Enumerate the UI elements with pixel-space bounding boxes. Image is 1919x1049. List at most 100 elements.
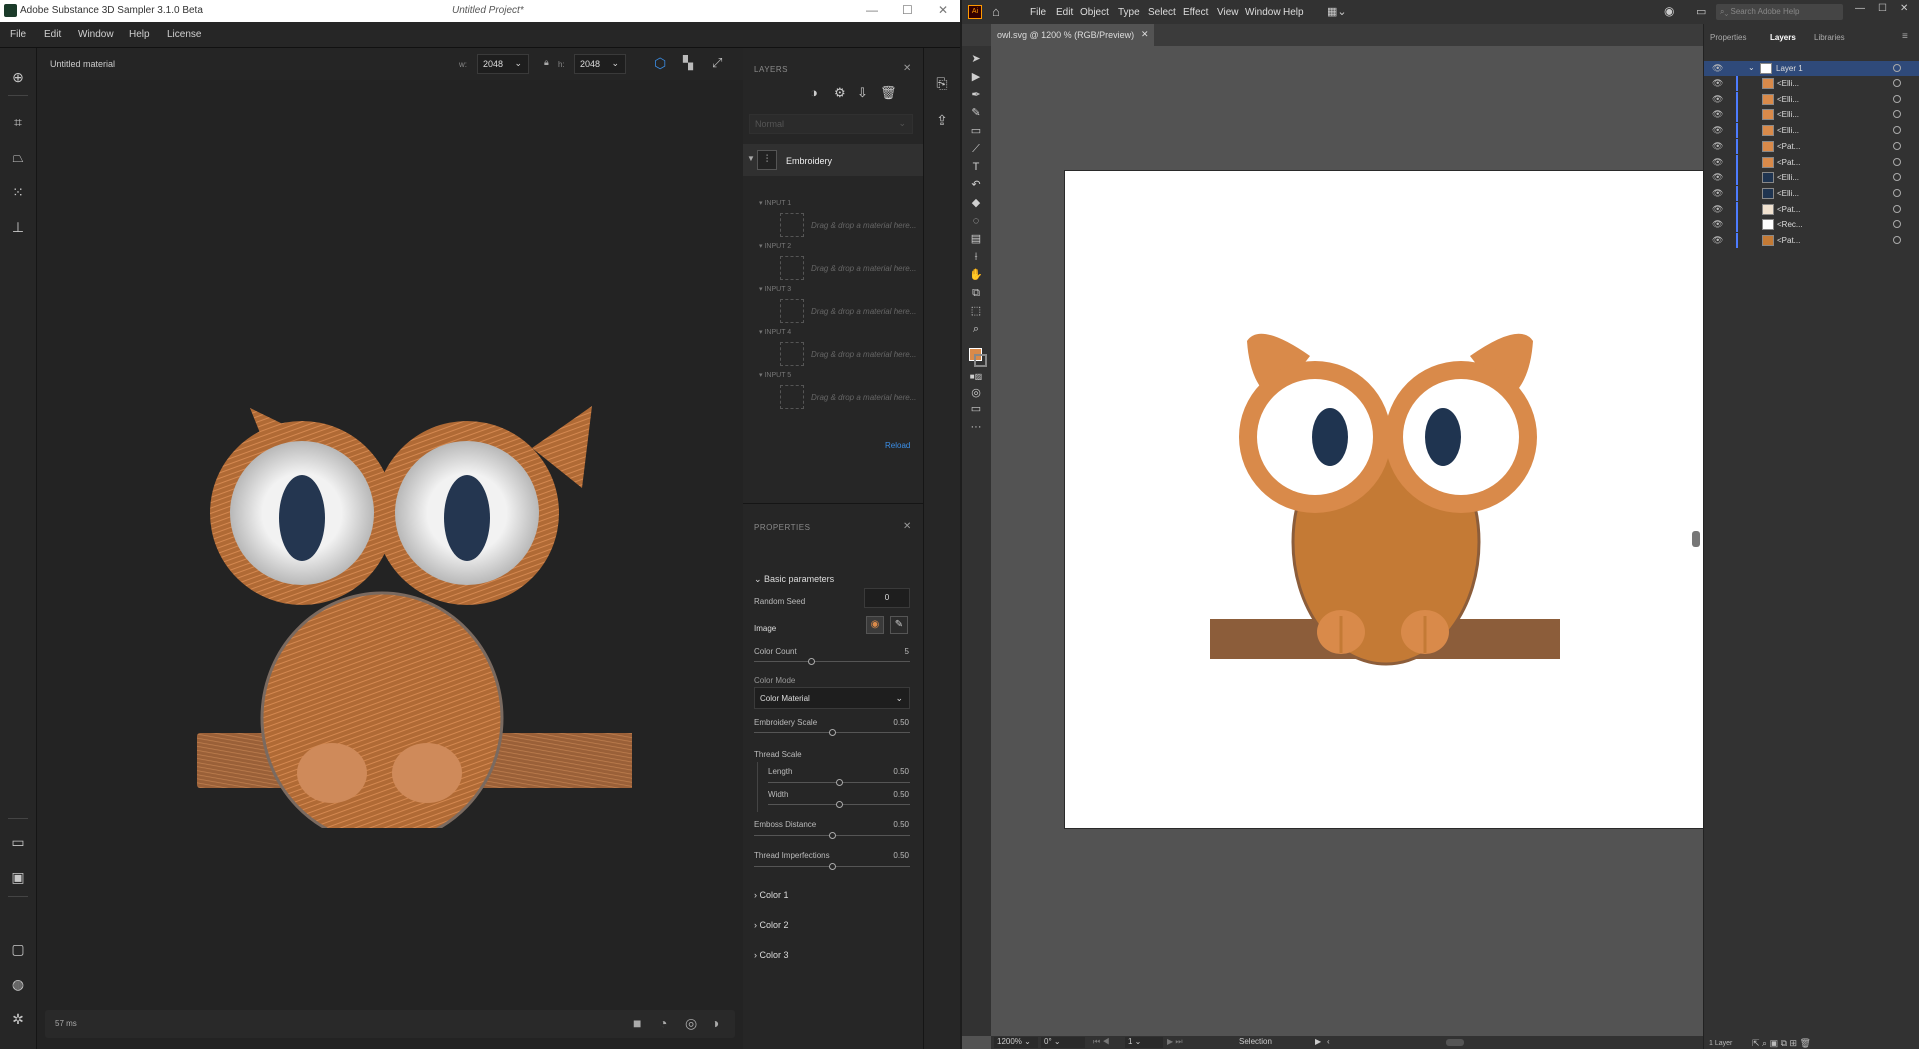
render-mode-icon[interactable]: ◑	[711, 1015, 719, 1031]
display-icon[interactable]: ▢	[9, 940, 27, 958]
owl-thumbnail[interactable]: ◉	[866, 616, 884, 634]
layer-1-row[interactable]: 👁︎ ⌄ Layer 1	[1704, 61, 1919, 76]
close-layers-icon[interactable]: ✕	[903, 63, 911, 74]
settings-icon[interactable]: ✲	[9, 1010, 27, 1028]
export-icon[interactable]: ⇩	[857, 85, 868, 101]
archive-icon[interactable]: ▭	[9, 833, 27, 851]
puppet-warp-icon[interactable]: ✋	[968, 268, 984, 282]
slider-knob[interactable]	[808, 658, 815, 665]
direct-selection-icon[interactable]: ▶	[968, 70, 984, 84]
sublayer-row[interactable]: 👁︎ <Pat...	[1704, 201, 1919, 217]
color-3-section[interactable]: › Color 3	[754, 950, 789, 960]
tab-layers[interactable]: Layers	[1770, 33, 1796, 42]
draw-mode-icon[interactable]: ◎	[968, 386, 984, 400]
close-button[interactable]: ✕	[938, 3, 948, 17]
sublayer-row[interactable]: 👁︎ <Pat...	[1704, 154, 1919, 170]
minimize-button[interactable]: —	[1855, 3, 1865, 14]
curvature-tool-icon[interactable]: ✎	[968, 106, 984, 120]
sublayer-row[interactable]: 👁︎ <Elli...	[1704, 185, 1919, 201]
input-dropzone[interactable]	[780, 299, 804, 323]
eye-icon[interactable]: 👁︎	[1712, 172, 1723, 183]
height-dropdown[interactable]: 2048 ⌄	[574, 54, 626, 74]
left-pupil[interactable]	[1312, 408, 1348, 466]
color-1-section[interactable]: › Color 1	[754, 890, 789, 900]
camera-icon[interactable]: ■	[633, 1015, 641, 1031]
sublayer-row[interactable]: 👁︎ <Pat...	[1704, 233, 1919, 248]
length-slider[interactable]	[768, 779, 910, 786]
embroidery-layer-row[interactable]: ▼ ⫶ Embroidery	[743, 144, 923, 176]
horizontal-scrollbar-thumb[interactable]	[1446, 1039, 1464, 1046]
tiling-icon[interactable]: ⁙	[9, 183, 27, 201]
delete-icon[interactable]: 🗑︎	[880, 85, 897, 101]
toolbox-icon[interactable]: ▣	[9, 868, 27, 886]
workspace-icon[interactable]: ▦⌄	[1327, 5, 1347, 18]
blend-mode-dropdown[interactable]: Normal ⌄	[749, 114, 913, 134]
tab-properties[interactable]: Properties	[1710, 33, 1746, 42]
lasso-tool-icon[interactable]: ◌	[968, 214, 984, 228]
library-icon[interactable]: ⎘	[933, 74, 951, 92]
reset-view-icon[interactable]: ◔	[659, 1015, 667, 1031]
eye-icon[interactable]: 👁︎	[1712, 188, 1723, 199]
color-mode-dropdown[interactable]: Color Material ⌄	[754, 687, 910, 709]
eye-icon[interactable]: 👁︎	[1712, 204, 1723, 215]
menu-edit[interactable]: Edit	[1056, 7, 1073, 18]
screen-mode-icon[interactable]: ▭	[968, 402, 984, 416]
target-icon[interactable]	[1893, 220, 1901, 229]
close-tab-icon[interactable]: ✕	[1141, 29, 1149, 40]
filter-icon[interactable]: ⚙	[834, 85, 846, 101]
thread-imperfections-slider[interactable]	[754, 863, 910, 870]
artboard-number-field[interactable]: 1 ⌄	[1125, 1037, 1163, 1048]
eye-icon[interactable]: 👁︎	[1712, 125, 1723, 136]
eye-icon[interactable]: 👁︎	[1712, 63, 1723, 74]
target-icon[interactable]	[1893, 236, 1901, 244]
close-button[interactable]: ✕	[1900, 3, 1908, 14]
eye-icon[interactable]: 👁︎	[1712, 235, 1723, 246]
more-tools-icon[interactable]: ···	[968, 420, 984, 434]
eye-icon[interactable]: 👁︎	[1712, 109, 1723, 120]
right-pupil[interactable]	[1425, 408, 1461, 466]
crop-icon[interactable]: ⌗	[9, 113, 27, 131]
user-icon[interactable]: ◉	[1664, 4, 1674, 18]
slider-knob[interactable]	[829, 729, 836, 736]
slider-knob[interactable]	[836, 801, 843, 808]
expand-icon[interactable]: ▼	[747, 154, 755, 163]
add-icon[interactable]: ⊕	[9, 68, 27, 86]
zoom-field[interactable]: 1200% ⌄	[994, 1037, 1038, 1048]
footer-tools-icon[interactable]: ⇱ ⌕ ▣ ⧉ ⊞ 🗑︎	[1752, 1038, 1811, 1049]
3d-viewport[interactable]: Untitled material w: 2048 ⌄ 🔒︎ h: 2048 ⌄ ⬡…	[37, 48, 743, 1049]
menu-file[interactable]: File	[10, 29, 26, 40]
illustrator-canvas[interactable]	[991, 46, 1724, 1036]
menu-view[interactable]: View	[1217, 7, 1239, 18]
zoom-tool-icon[interactable]: ⌕	[968, 322, 984, 336]
eraser-tool-icon[interactable]: ◆	[968, 196, 984, 210]
target-icon[interactable]	[1893, 126, 1901, 135]
target-icon[interactable]	[1893, 141, 1901, 150]
target-icon[interactable]	[1893, 64, 1901, 72]
basic-parameters-section[interactable]: ⌄ Basic parameters	[754, 574, 834, 585]
menu-license[interactable]: License	[167, 29, 201, 40]
status-arrow-icon[interactable]: ▶	[1315, 1037, 1321, 1046]
menu-object[interactable]: Object	[1080, 7, 1109, 18]
rectangle-tool-icon[interactable]: ▭	[968, 124, 984, 138]
input-dropzone[interactable]	[780, 385, 804, 409]
width-dropdown[interactable]: 2048 ⌄	[477, 54, 529, 74]
target-icon[interactable]	[1893, 79, 1901, 87]
eye-icon[interactable]: 👁︎	[1712, 141, 1723, 152]
menu-window[interactable]: Window	[78, 29, 114, 40]
lock-icon[interactable]: 🔒︎	[544, 57, 549, 68]
stroke-color-swatch[interactable]	[974, 354, 987, 367]
rotation-field[interactable]: 0° ⌄	[1041, 1037, 1085, 1048]
color-2-section[interactable]: › Color 2	[754, 920, 789, 930]
eyedropper-tool-icon[interactable]: ⟊	[968, 250, 984, 264]
next-artboard-icon[interactable]: ▶ ⏭	[1167, 1037, 1183, 1047]
sublayer-row[interactable]: 👁︎ <Elli...	[1704, 123, 1919, 139]
brush-icon[interactable]: ✎	[890, 616, 908, 634]
document-tab[interactable]: owl.svg @ 1200 % (RGB/Preview) ✕	[991, 24, 1154, 46]
environment-icon[interactable]: ◍	[9, 975, 27, 993]
paintbrush-tool-icon[interactable]: ⟋	[968, 142, 984, 156]
globe-icon[interactable]: ◎	[685, 1015, 697, 1032]
sublayer-row[interactable]: 👁︎ <Elli...	[1704, 170, 1919, 186]
rotate-tool-icon[interactable]: ↶	[968, 178, 984, 192]
first-artboard-icon[interactable]: ⏮ ◀	[1093, 1037, 1110, 1047]
type-tool-icon[interactable]: T	[968, 160, 984, 174]
